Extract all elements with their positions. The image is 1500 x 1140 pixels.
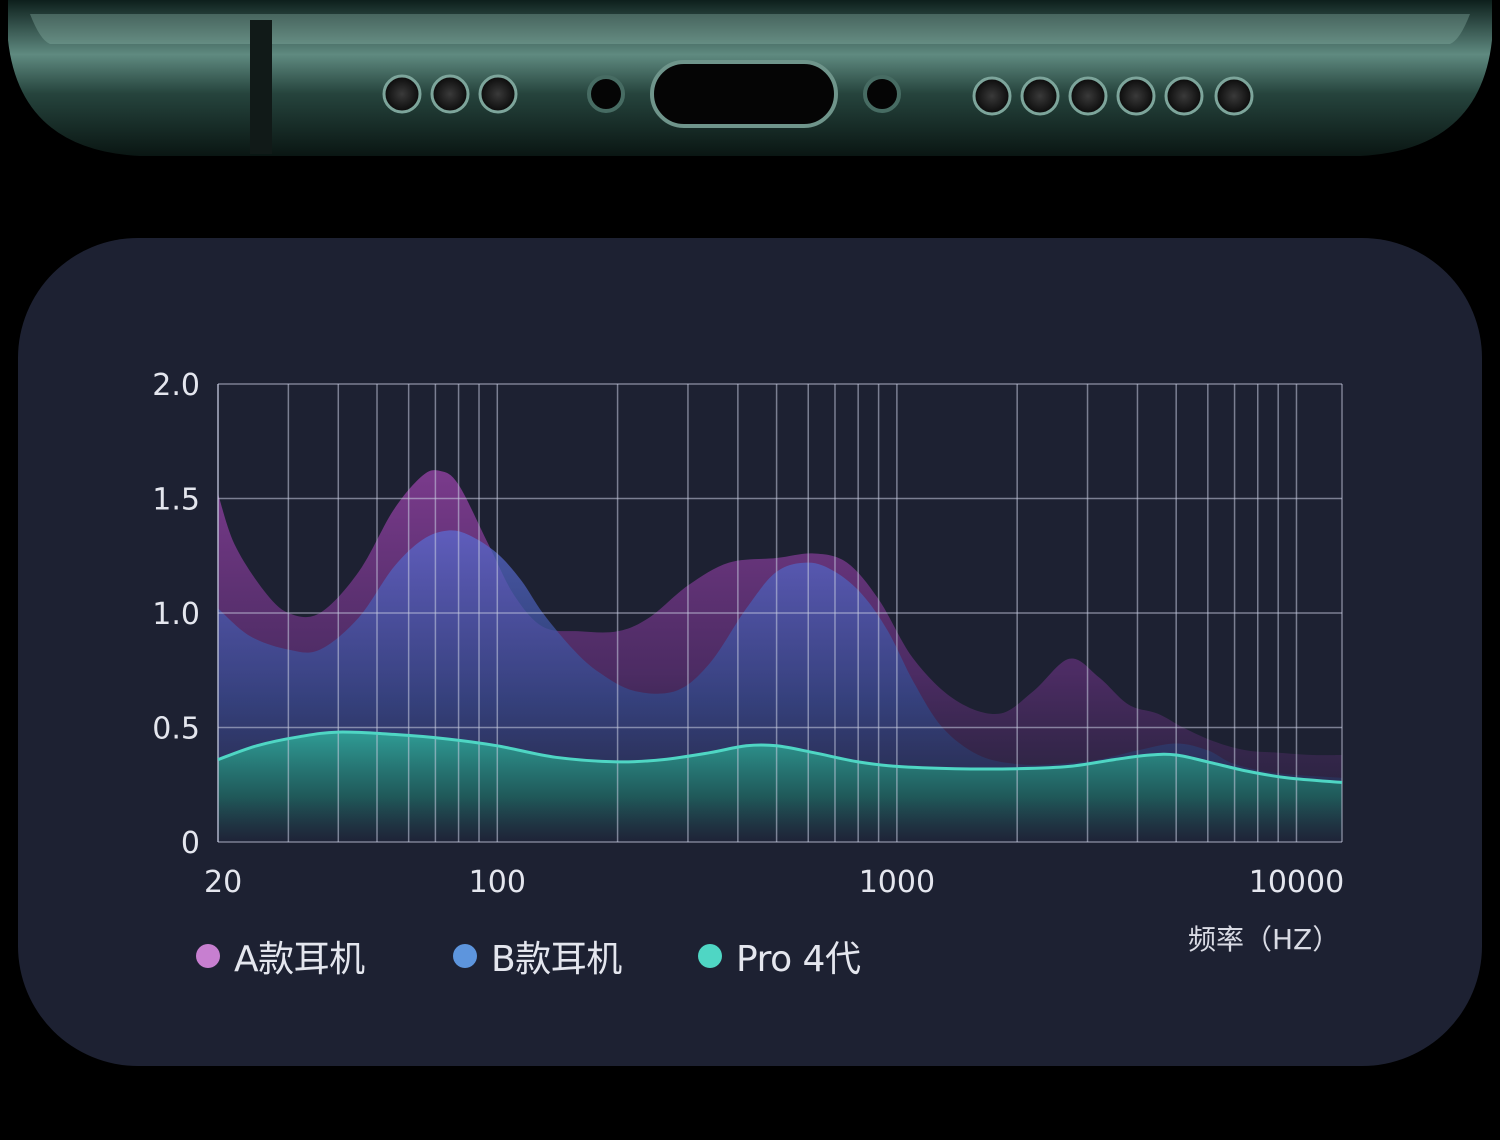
y-tick-label: 2.0 (152, 368, 200, 403)
x-tick-label: 1000 (859, 865, 935, 900)
x-tick-label: 10000 (1249, 865, 1344, 900)
legend-label-a: A款耳机 (234, 939, 365, 980)
legend-item-a: A款耳机 (196, 932, 365, 980)
x-axis-label: 频率（HZ） (1188, 923, 1341, 956)
legend-item-b: B款耳机 (453, 932, 622, 980)
legend-dot-pro (698, 944, 722, 968)
legend-label-pro: Pro 4代 (736, 939, 861, 980)
x-tick-label: 100 (469, 865, 526, 900)
legend-label-b: B款耳机 (491, 939, 622, 980)
y-tick-label: 1.0 (152, 597, 200, 632)
y-tick-label: 0.5 (152, 712, 200, 747)
legend-item-pro: Pro 4代 (698, 932, 861, 980)
x-tick-label: 20 (204, 865, 242, 900)
legend-dot-a (196, 944, 220, 968)
legend-dot-b (453, 944, 477, 968)
y-tick-label: 0 (181, 826, 200, 861)
y-tick-label: 1.5 (152, 483, 200, 518)
